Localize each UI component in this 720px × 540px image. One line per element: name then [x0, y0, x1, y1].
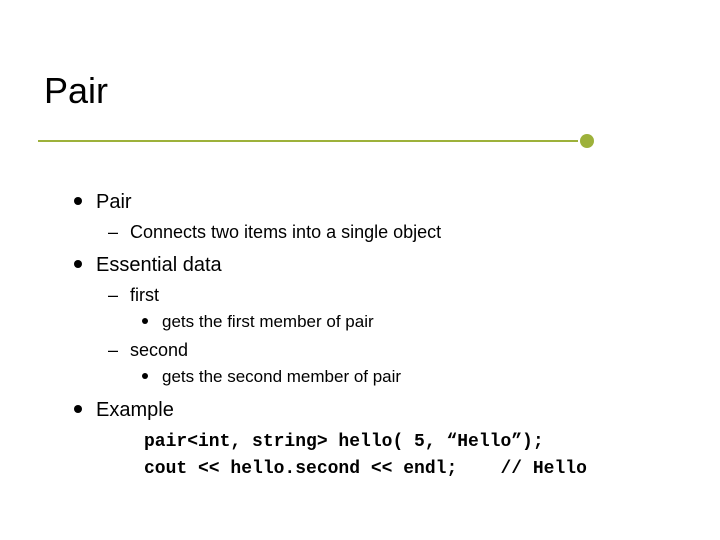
bullet-pair-label: Pair: [96, 188, 132, 217]
accent-line: [38, 140, 578, 142]
code-line-1: pair<int, string> hello( 5, “Hello”);: [144, 432, 544, 452]
bullet-first: – first: [108, 282, 680, 308]
bullet-icon: [74, 197, 82, 205]
slide: Pair Pair – Connects two items into a si…: [0, 0, 720, 540]
content-area: Pair – Connects two items into a single …: [40, 172, 680, 483]
slide-title: Pair: [44, 70, 680, 112]
bullet-icon: [142, 373, 148, 379]
dash-icon: –: [108, 337, 118, 363]
bullet-icon: [142, 318, 148, 324]
bullet-second-desc-text: gets the second member of pair: [162, 365, 401, 390]
bullet-second: – second: [108, 337, 680, 363]
bullet-essential-label: Essential data: [96, 251, 222, 280]
bullet-essential: Essential data: [74, 251, 680, 280]
accent-dot: [580, 134, 594, 148]
bullet-pair: Pair: [74, 188, 680, 217]
bullet-first-desc: gets the first member of pair: [142, 310, 680, 335]
code-line-2: cout << hello.second << endl; // Hello: [144, 459, 587, 479]
bullet-second-label: second: [130, 337, 188, 363]
code-block: pair<int, string> hello( 5, “Hello”); co…: [144, 429, 680, 483]
bullet-example: Example: [74, 396, 680, 425]
bullet-icon: [74, 260, 82, 268]
bullet-icon: [74, 405, 82, 413]
bullet-second-desc: gets the second member of pair: [142, 365, 680, 390]
bullet-pair-sub-text: Connects two items into a single object: [130, 219, 441, 245]
bullet-pair-sub: – Connects two items into a single objec…: [108, 219, 680, 245]
bullet-example-label: Example: [96, 396, 174, 425]
dash-icon: –: [108, 282, 118, 308]
dash-icon: –: [108, 219, 118, 245]
bullet-first-desc-text: gets the first member of pair: [162, 310, 374, 335]
bullet-first-label: first: [130, 282, 159, 308]
